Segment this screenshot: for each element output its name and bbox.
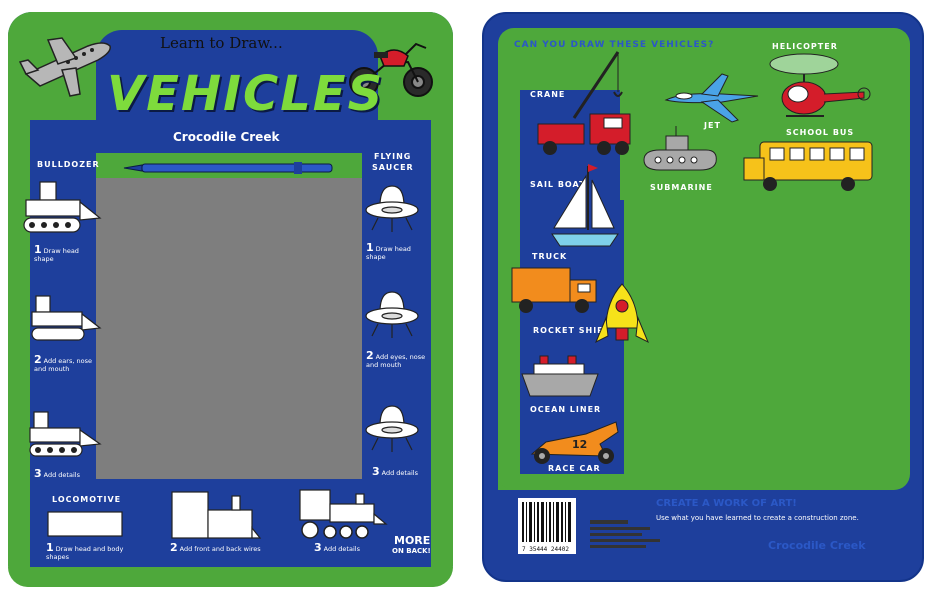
locomotive-step2-icon — [171, 491, 262, 539]
bulldozer-step1: 1 Draw head shape — [34, 243, 79, 263]
saucer-label-line1: FLYING — [374, 152, 412, 161]
submarine-label: SUBMARINE — [650, 183, 713, 192]
bulldozer-label: BULLDOZER — [37, 160, 100, 169]
crane-icon — [537, 51, 631, 155]
truck-icon — [511, 267, 597, 313]
locomotive-step3: 3 Add details — [314, 541, 360, 554]
cta-title: CREATE A WORK OF ART! — [656, 498, 797, 509]
bulldozer-step1-icon — [23, 181, 102, 233]
more-label: MORE — [394, 534, 431, 547]
saucer-step1-icon — [365, 185, 419, 232]
saucer-step1: 1 Draw head shape — [366, 241, 411, 261]
locomotive-step2: 2 Add front and back wires — [170, 541, 261, 554]
bulldozer-step3-icon — [29, 411, 102, 457]
front-right-frame — [431, 112, 453, 587]
race-car-icon: 12 — [530, 421, 619, 464]
kicker-text: Learn to Draw... — [160, 34, 283, 52]
race-car-label: RACE CAR — [548, 464, 601, 473]
ocean-liner-icon — [521, 355, 599, 397]
stylus-icon[interactable] — [122, 160, 336, 176]
bulldozer-step2: 2 Add ears, nose and mouth — [34, 353, 92, 373]
jet-icon — [664, 73, 759, 123]
back-brand-logo: Crocodile Creek — [768, 539, 866, 552]
school-bus-icon — [743, 141, 873, 191]
locomotive-label: LOCOMOTIVE — [52, 495, 122, 504]
ocean-liner-label: OCEAN LINER — [530, 405, 602, 414]
locomotive-step1-icon — [47, 511, 123, 537]
saucer-step2-icon — [365, 291, 419, 338]
bulldozer-step2-icon — [31, 295, 102, 341]
back-bottom-left-green — [498, 474, 628, 490]
cta-body: Use what you have learned to create a co… — [656, 514, 859, 522]
front-bottom-frame — [8, 567, 453, 587]
sail-boat-icon — [551, 164, 619, 247]
race-car-number: 12 — [572, 438, 587, 451]
brand-logo: Crocodile Creek — [173, 130, 280, 144]
submarine-icon — [643, 126, 717, 171]
legal-text-block — [590, 520, 660, 548]
truck-label: TRUCK — [532, 252, 568, 261]
back-main-green — [624, 200, 910, 490]
helicopter-label: HELICOPTER — [772, 42, 838, 51]
saucer-step2: 2 Add eyes, nose and mouth — [366, 349, 426, 369]
saucer-step3: 3 Add details — [372, 465, 418, 478]
page-title: VEHICLES — [107, 66, 385, 122]
bulldozer-step3: 3 Add details — [34, 467, 80, 480]
locomotive-step3-icon — [299, 489, 388, 539]
school-bus-label: SCHOOL BUS — [786, 128, 855, 137]
barcode-icon: 7 35444 24402 — [518, 498, 576, 554]
airplane-icon — [18, 37, 111, 97]
locomotive-step1: 1 Draw head and body shapes — [46, 541, 124, 561]
saucer-label-line2: SAUCER — [372, 163, 414, 172]
saucer-step3-icon — [365, 405, 419, 452]
rocket-ship-icon — [595, 283, 649, 344]
drawing-screen[interactable] — [96, 178, 362, 479]
more-sub-label: ON BACK! — [392, 547, 431, 555]
helicopter-icon — [769, 53, 871, 117]
barcode-number: 7 35444 24402 — [522, 546, 569, 553]
crane-label: CRANE — [530, 90, 566, 99]
